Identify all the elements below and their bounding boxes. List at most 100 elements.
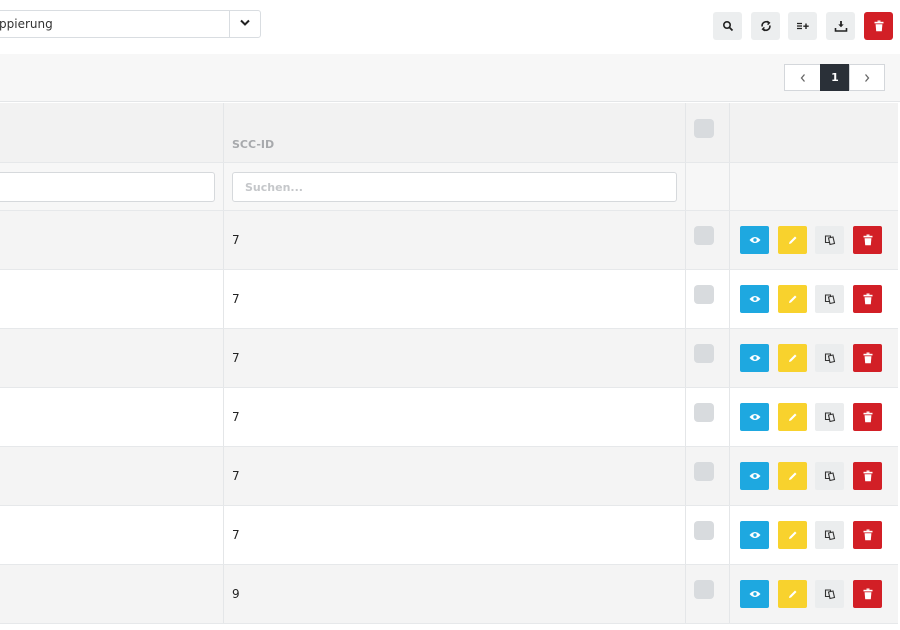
grouping-select[interactable]: ppierung (0, 10, 261, 38)
select-all-checkbox[interactable] (694, 119, 714, 138)
copy-icon (824, 235, 835, 246)
trash-icon (863, 470, 872, 482)
grouping-select-value: ppierung (0, 17, 53, 31)
pencil-icon (788, 354, 796, 362)
filter-field-first-column[interactable] (0, 173, 214, 201)
edit-button[interactable] (778, 462, 807, 490)
edit-button[interactable] (778, 285, 807, 313)
toolbar: ppierung (0, 0, 900, 54)
table-row: 7 (0, 329, 898, 388)
table-row: 7 (0, 447, 898, 506)
table-row: 9 (0, 565, 898, 624)
pencil-icon (788, 590, 796, 598)
pencil-icon (788, 413, 796, 421)
export-button[interactable] (826, 12, 855, 40)
delete-button[interactable] (853, 580, 882, 608)
table-row: 7 (0, 211, 898, 270)
row-select-checkbox[interactable] (694, 344, 714, 363)
view-button[interactable] (740, 580, 769, 608)
copy-icon (824, 412, 835, 423)
copy-icon (824, 471, 835, 482)
filter-input-scc-id[interactable] (232, 172, 677, 202)
delete-all-button[interactable] (864, 12, 893, 40)
pencil-icon (788, 472, 796, 480)
copy-icon (824, 589, 835, 600)
row-select-checkbox[interactable] (694, 285, 714, 304)
pencil-icon (788, 236, 796, 244)
copy-button[interactable] (815, 521, 844, 549)
cell-scc-id: 7 (232, 469, 240, 483)
refresh-button[interactable] (751, 12, 780, 40)
table-row: 7 (0, 388, 898, 447)
edit-button[interactable] (778, 344, 807, 372)
delete-button[interactable] (853, 344, 882, 372)
chevron-left-icon (800, 73, 805, 82)
page-button-current[interactable]: 1 (820, 64, 850, 91)
view-button[interactable] (740, 521, 769, 549)
trash-icon (863, 529, 872, 541)
delete-button[interactable] (853, 462, 882, 490)
pencil-icon (788, 531, 796, 539)
trash-icon (874, 20, 883, 32)
eye-icon (749, 591, 760, 597)
trash-icon (863, 588, 872, 600)
grouping-select-toggle[interactable] (229, 11, 260, 37)
eye-icon (749, 355, 760, 361)
add-column-button[interactable] (788, 12, 817, 40)
filter-field-scc-id[interactable] (233, 173, 676, 201)
row-select-checkbox[interactable] (694, 462, 714, 481)
table-header-row: SCC-ID (0, 103, 898, 163)
view-button[interactable] (740, 285, 769, 313)
trash-icon (863, 352, 872, 364)
data-table: SCC-ID 7 (0, 103, 898, 624)
eye-icon (749, 532, 760, 538)
copy-button[interactable] (815, 226, 844, 254)
copy-button[interactable] (815, 344, 844, 372)
view-button[interactable] (740, 462, 769, 490)
next-page-button[interactable] (849, 64, 885, 91)
row-select-checkbox[interactable] (694, 521, 714, 540)
view-button[interactable] (740, 403, 769, 431)
search-button[interactable] (713, 12, 742, 40)
copy-button[interactable] (815, 462, 844, 490)
delete-button[interactable] (853, 226, 882, 254)
cell-scc-id: 7 (232, 233, 240, 247)
row-select-checkbox[interactable] (694, 226, 714, 245)
chevron-right-icon (865, 73, 870, 82)
cell-scc-id: 7 (232, 292, 240, 306)
pencil-icon (788, 295, 796, 303)
view-button[interactable] (740, 344, 769, 372)
edit-button[interactable] (778, 580, 807, 608)
eye-icon (749, 237, 760, 243)
copy-icon (824, 294, 835, 305)
delete-button[interactable] (853, 521, 882, 549)
trash-icon (863, 234, 872, 246)
cell-scc-id: 7 (232, 410, 240, 424)
eye-icon (749, 473, 760, 479)
row-select-checkbox[interactable] (694, 403, 714, 422)
eye-icon (749, 414, 760, 420)
pagination-bar (0, 54, 900, 102)
trash-icon (863, 411, 872, 423)
delete-button[interactable] (853, 285, 882, 313)
delete-button[interactable] (853, 403, 882, 431)
copy-button[interactable] (815, 285, 844, 313)
eye-icon (749, 296, 760, 302)
prev-page-button[interactable] (784, 64, 821, 91)
table-row: 7 (0, 506, 898, 565)
copy-button[interactable] (815, 403, 844, 431)
edit-button[interactable] (778, 403, 807, 431)
trash-icon (863, 293, 872, 305)
edit-button[interactable] (778, 226, 807, 254)
copy-icon (824, 353, 835, 364)
table-row: 7 (0, 270, 898, 329)
row-select-checkbox[interactable] (694, 580, 714, 599)
filter-input-first-column[interactable] (0, 172, 215, 202)
column-header-scc-id[interactable]: SCC-ID (232, 138, 274, 151)
edit-button[interactable] (778, 521, 807, 549)
view-button[interactable] (740, 226, 769, 254)
cell-scc-id: 9 (232, 587, 240, 601)
search-icon (722, 20, 733, 32)
cell-scc-id: 7 (232, 528, 240, 542)
copy-button[interactable] (815, 580, 844, 608)
